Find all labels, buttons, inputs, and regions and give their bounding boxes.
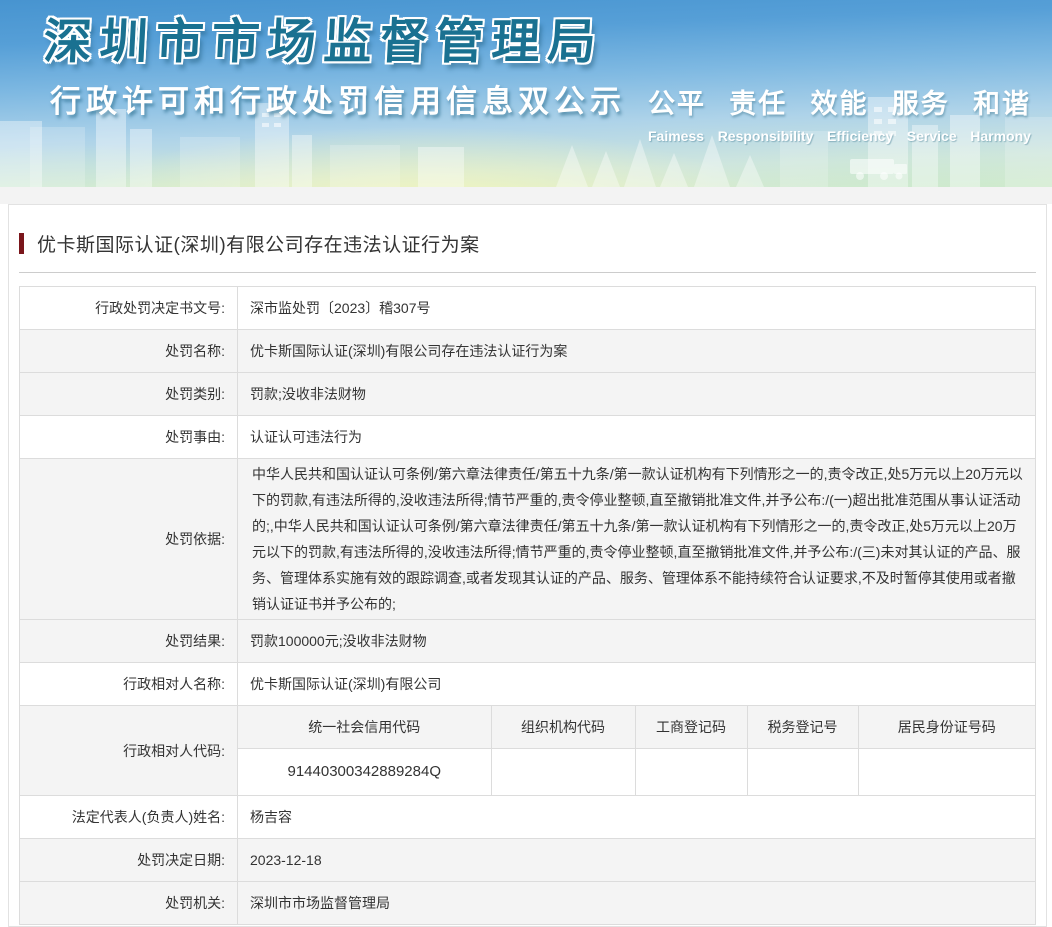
row-label: 处罚决定日期: bbox=[20, 839, 238, 882]
row-value: 杨吉容 bbox=[238, 796, 1036, 839]
row-value: 罚款100000元;没收非法财物 bbox=[238, 620, 1036, 663]
motto-word-en: Service bbox=[907, 128, 957, 144]
motto-word-en: Efficiency bbox=[827, 128, 893, 144]
code-type-header: 居民身份证号码 bbox=[858, 706, 1035, 748]
site-subtitle: 行政许可和行政处罚信用信息双公示 bbox=[50, 76, 626, 121]
title-accent-bar bbox=[19, 233, 24, 254]
table-row: 法定代表人(负责人)姓名:杨吉容 bbox=[20, 796, 1036, 839]
motto-word-cn: 和谐 bbox=[973, 82, 1031, 121]
code-type-table: 统一社会信用代码组织机构代码工商登记码税务登记号居民身份证号码914403003… bbox=[238, 706, 1035, 795]
row-label: 处罚结果: bbox=[20, 620, 238, 663]
penalty-info-table: 行政处罚决定书文号:深市监处罚〔2023〕稽307号处罚名称:优卡斯国际认证(深… bbox=[19, 286, 1036, 925]
row-label: 行政相对人名称: bbox=[20, 663, 238, 706]
table-row: 处罚决定日期:2023-12-18 bbox=[20, 839, 1036, 882]
code-value bbox=[858, 748, 1035, 795]
row-label: 法定代表人(负责人)姓名: bbox=[20, 796, 238, 839]
motto-word-cn: 责任 bbox=[729, 82, 787, 121]
code-table-value-row: 91440300342889284Q bbox=[238, 748, 1035, 795]
motto-word-cn: 公平 bbox=[648, 82, 706, 121]
row-value: 优卡斯国际认证(深圳)有限公司 bbox=[238, 663, 1036, 706]
case-title-block: 优卡斯国际认证(深圳)有限公司存在违法认证行为案 bbox=[19, 205, 1036, 257]
site-motto: 公平责任效能服务和谐 Faimess Responsibility Efficien… bbox=[648, 82, 1031, 144]
row-value: 罚款;没收非法财物 bbox=[238, 373, 1036, 416]
code-type-header: 统一社会信用代码 bbox=[238, 706, 491, 748]
title-divider bbox=[19, 272, 1036, 273]
code-value bbox=[635, 748, 747, 795]
code-type-header: 工商登记码 bbox=[635, 706, 747, 748]
row-value: 2023-12-18 bbox=[238, 839, 1036, 882]
page-background-strip bbox=[0, 187, 1052, 204]
motto-word-en: Responsibility bbox=[718, 128, 814, 144]
site-banner: 深圳市市场监督管理局 行政许可和行政处罚信用信息双公示 公平责任效能服务和谐 F… bbox=[0, 0, 1052, 187]
table-row: 处罚依据:中华人民共和国认证认可条例/第六章法律责任/第五十九条/第一款认证机构… bbox=[20, 459, 1036, 620]
row-value: 深圳市市场监督管理局 bbox=[238, 882, 1036, 925]
row-value: 中华人民共和国认证认可条例/第六章法律责任/第五十九条/第一款认证机构有下列情形… bbox=[238, 459, 1036, 620]
row-label: 处罚名称: bbox=[20, 330, 238, 373]
table-row: 处罚结果:罚款100000元;没收非法财物 bbox=[20, 620, 1036, 663]
row-label: 处罚依据: bbox=[20, 459, 238, 620]
row-value: 优卡斯国际认证(深圳)有限公司存在违法认证行为案 bbox=[238, 330, 1036, 373]
table-row: 处罚类别:罚款;没收非法财物 bbox=[20, 373, 1036, 416]
row-label: 行政相对人代码: bbox=[20, 706, 238, 796]
motto-word-en: Faimess bbox=[648, 128, 704, 144]
row-label: 处罚机关: bbox=[20, 882, 238, 925]
table-row: 处罚名称:优卡斯国际认证(深圳)有限公司存在违法认证行为案 bbox=[20, 330, 1036, 373]
code-type-header: 税务登记号 bbox=[747, 706, 858, 748]
motto-english: Faimess Responsibility Efficiency Service Ha… bbox=[648, 128, 1031, 144]
row-label: 处罚事由: bbox=[20, 416, 238, 459]
code-value: 91440300342889284Q bbox=[238, 748, 491, 795]
table-row: 行政相对人名称:优卡斯国际认证(深圳)有限公司 bbox=[20, 663, 1036, 706]
code-value bbox=[747, 748, 858, 795]
case-title: 优卡斯国际认证(深圳)有限公司存在违法认证行为案 bbox=[37, 230, 480, 257]
motto-word-cn: 服务 bbox=[892, 82, 950, 121]
content-panel: 优卡斯国际认证(深圳)有限公司存在违法认证行为案 行政处罚决定书文号:深市监处罚… bbox=[8, 204, 1047, 927]
row-label: 处罚类别: bbox=[20, 373, 238, 416]
code-type-header: 组织机构代码 bbox=[491, 706, 635, 748]
code-table-header-row: 统一社会信用代码组织机构代码工商登记码税务登记号居民身份证号码 bbox=[238, 706, 1035, 748]
row-label: 行政处罚决定书文号: bbox=[20, 287, 238, 330]
table-row: 行政处罚决定书文号:深市监处罚〔2023〕稽307号 bbox=[20, 287, 1036, 330]
table-row: 处罚机关:深圳市市场监督管理局 bbox=[20, 882, 1036, 925]
page: 深圳市市场监督管理局 行政许可和行政处罚信用信息双公示 公平责任效能服务和谐 F… bbox=[0, 0, 1052, 927]
code-table-cell: 统一社会信用代码组织机构代码工商登记码税务登记号居民身份证号码914403003… bbox=[238, 706, 1036, 796]
motto-word-en: Harmony bbox=[970, 128, 1031, 144]
table-row: 处罚事由:认证认可违法行为 bbox=[20, 416, 1036, 459]
site-title: 深圳市市场监督管理局 bbox=[42, 2, 606, 72]
table-row: 行政相对人代码:统一社会信用代码组织机构代码工商登记码税务登记号居民身份证号码9… bbox=[20, 706, 1036, 796]
code-value bbox=[491, 748, 635, 795]
motto-word-cn: 效能 bbox=[811, 82, 869, 121]
row-value: 深市监处罚〔2023〕稽307号 bbox=[238, 287, 1036, 330]
motto-chinese: 公平责任效能服务和谐 bbox=[648, 82, 1031, 121]
row-value: 认证认可违法行为 bbox=[238, 416, 1036, 459]
